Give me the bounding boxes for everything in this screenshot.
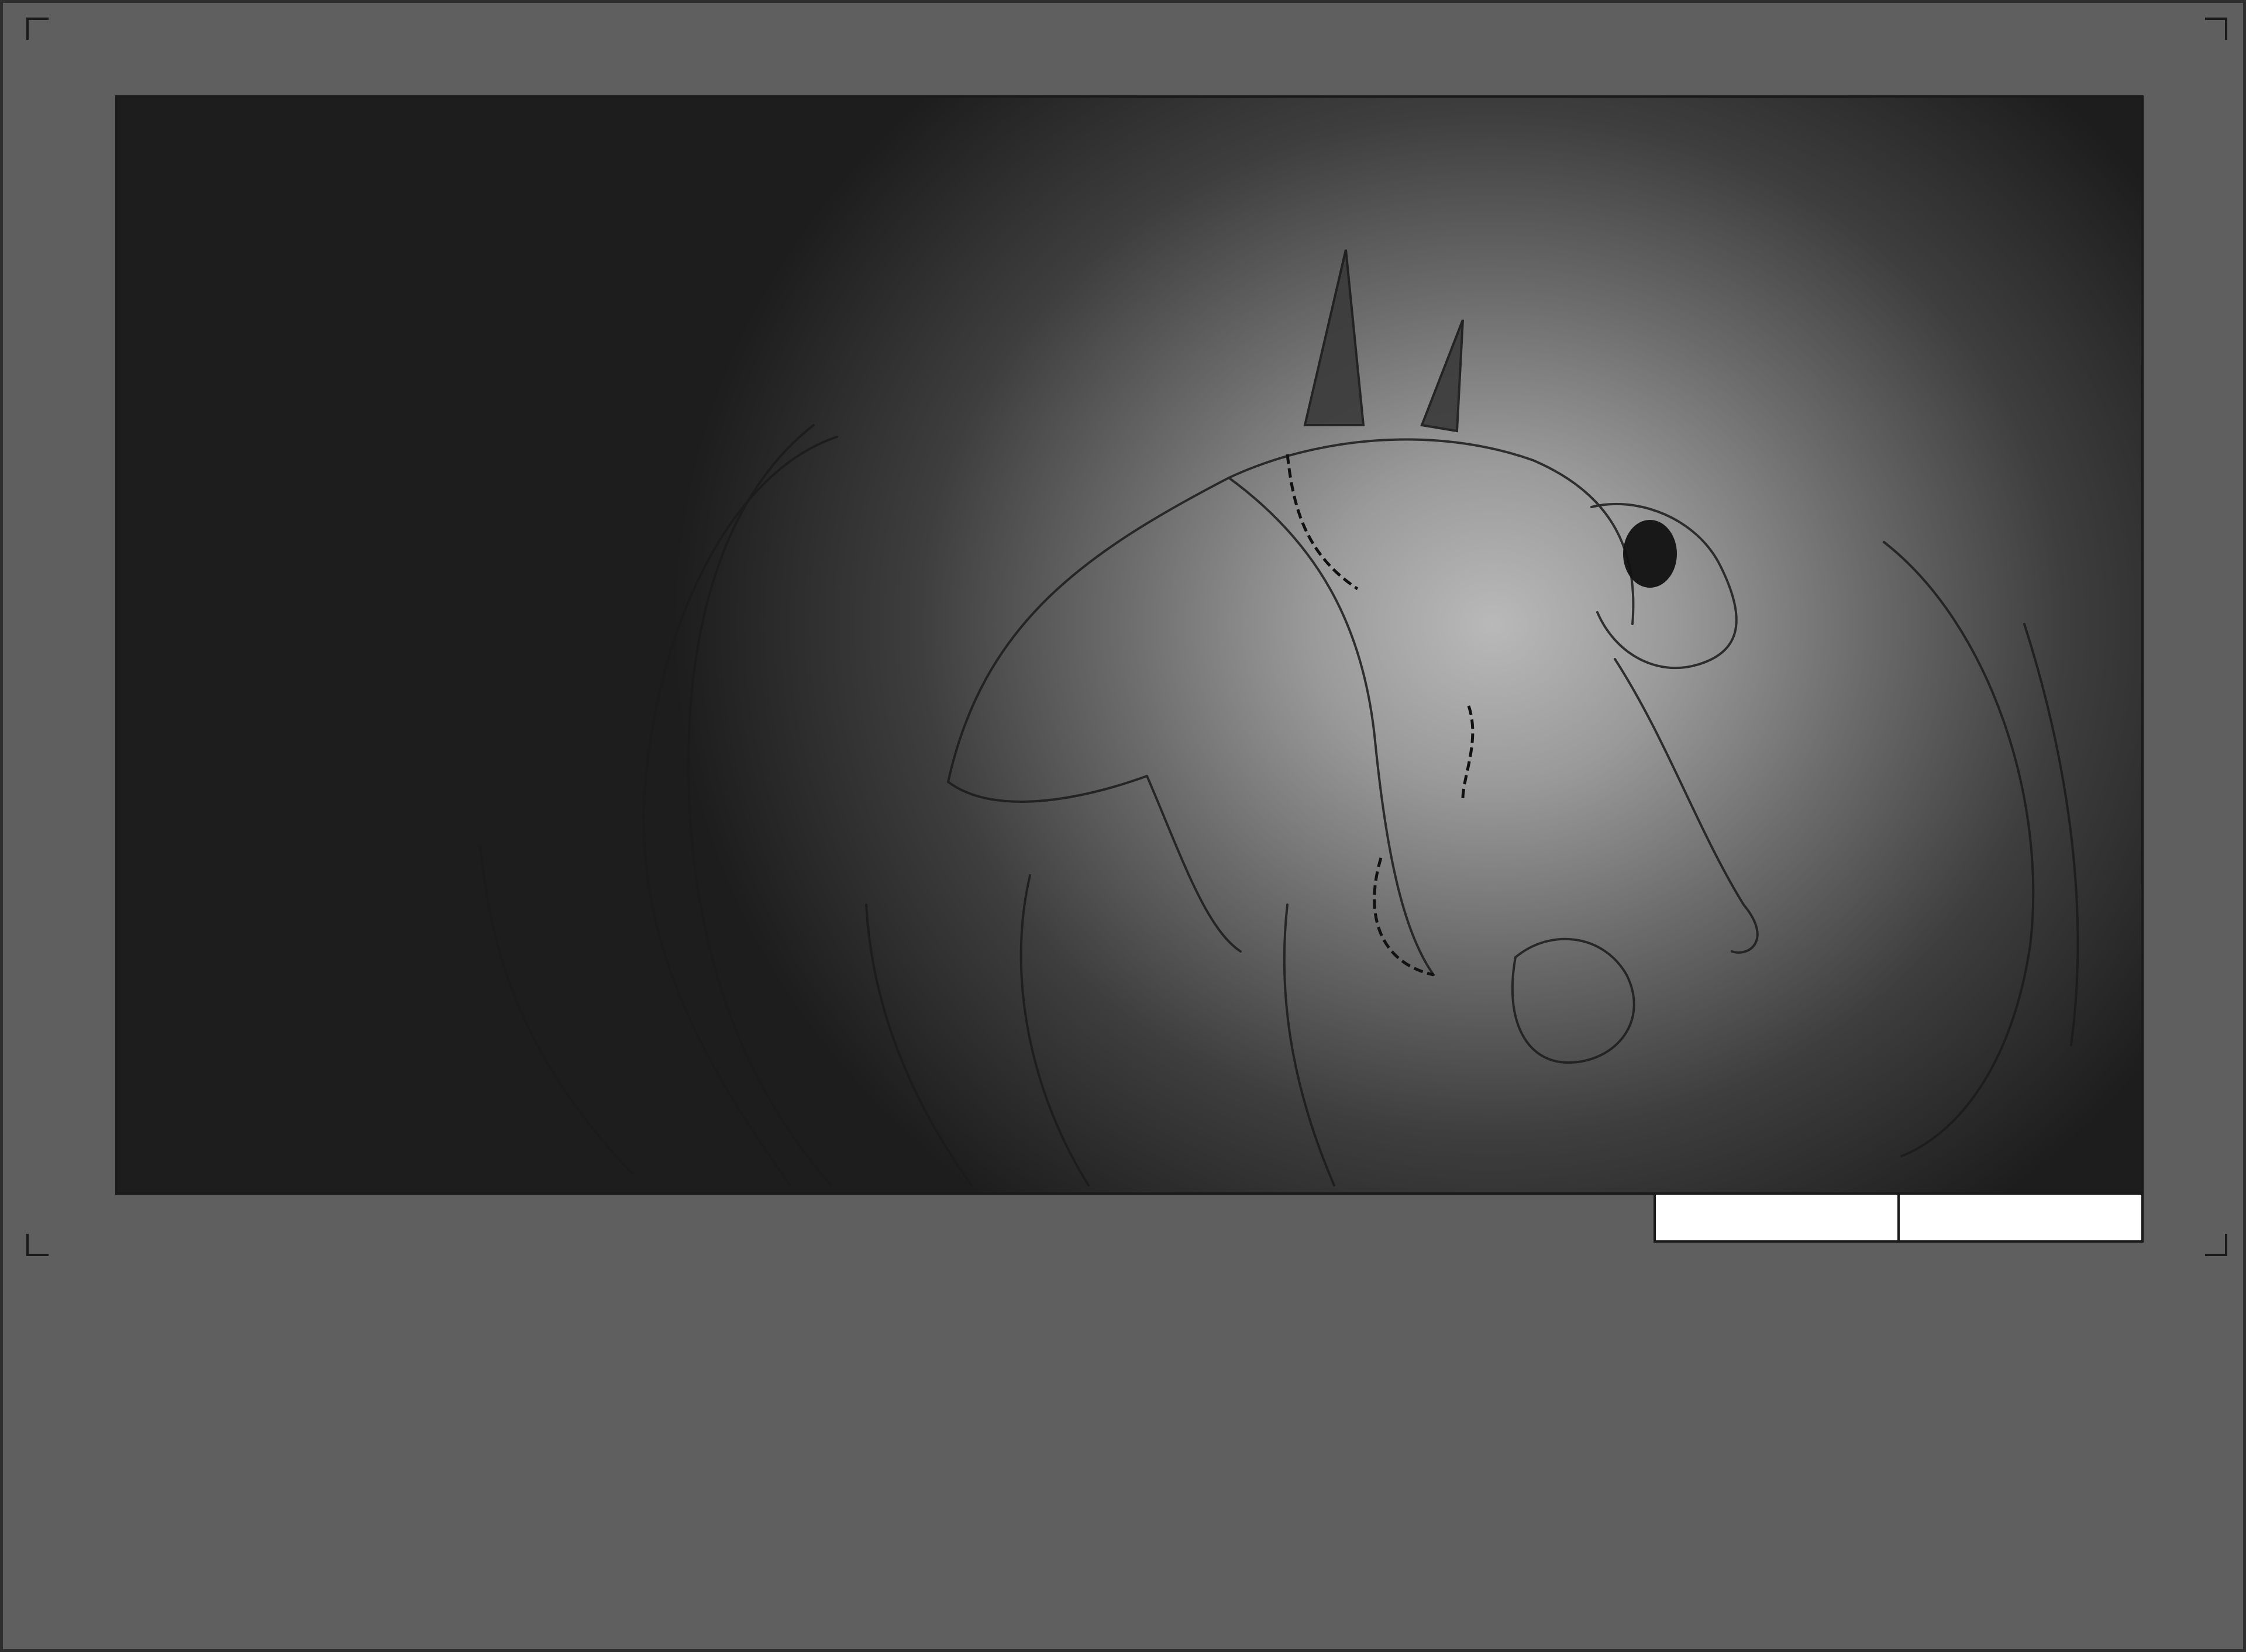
sketch-tendril-left-1 <box>642 436 838 1187</box>
crop-mark-bottom-left <box>26 1234 49 1256</box>
sketch-tendril-left-2 <box>687 424 832 1187</box>
sketch-beast-back <box>947 438 1635 783</box>
crop-mark-top-left <box>26 18 49 40</box>
sketch-beast-right-arm <box>1614 658 1759 954</box>
sketch-beast-lower <box>1019 874 1090 1187</box>
sketch-tendril-right-2 <box>2023 623 2079 1046</box>
sketch-small-creature <box>1511 937 1635 1064</box>
sketch-horn-small <box>1420 319 1464 433</box>
sketch-chain-lower <box>1373 857 1434 977</box>
storyboard-panel <box>115 95 2144 1195</box>
sketch-beast-lower-2 <box>1283 903 1335 1187</box>
sketch-tendril-left-3 <box>479 845 633 1175</box>
sketch-horn-large <box>1303 249 1365 426</box>
caption-box-left[interactable] <box>1656 1195 1897 1240</box>
caption-bar <box>1654 1192 2144 1243</box>
sketch-chain-right <box>1461 705 1475 800</box>
sketch-tendril-left-4 <box>865 903 973 1187</box>
crop-mark-top-right <box>2205 18 2227 40</box>
sketch-chain-upper <box>1286 454 1359 591</box>
sketch-eye-socket <box>1623 520 1677 588</box>
caption-box-right[interactable] <box>1897 1195 2141 1240</box>
crop-mark-bottom-right <box>2205 1234 2227 1256</box>
sketch-beast-chest <box>1228 477 1435 976</box>
sketch-beast-arm <box>947 775 1242 953</box>
sketch-illustration <box>479 249 2079 1187</box>
sketch-tendril-right-1 <box>1883 541 2035 1157</box>
storyboard-page <box>0 0 2246 1652</box>
